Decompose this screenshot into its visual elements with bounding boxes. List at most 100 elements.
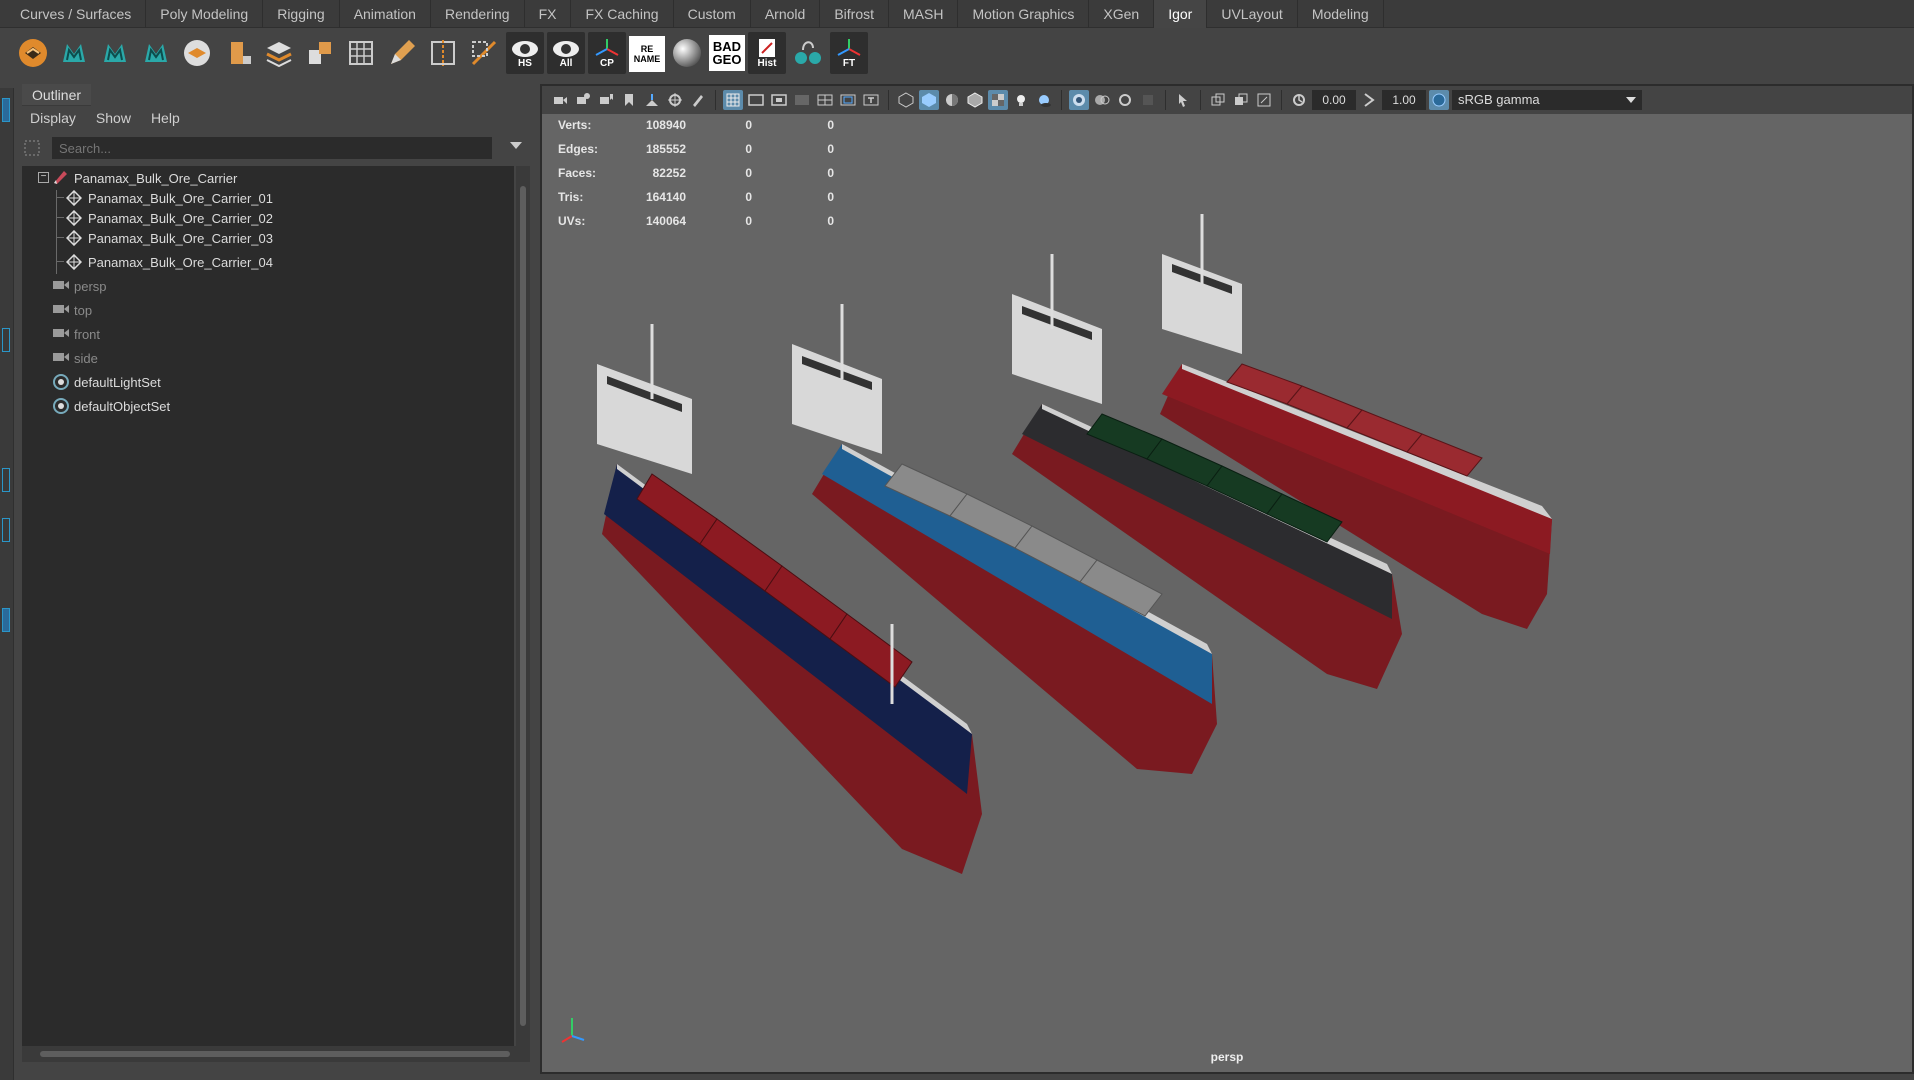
shelf-tab-uvlayout[interactable]: UVLayout <box>1207 0 1298 28</box>
camera-attributes-icon[interactable] <box>573 90 593 110</box>
multicut-icon[interactable] <box>465 32 503 74</box>
outliner-vertical-scrollbar[interactable] <box>516 166 530 1046</box>
freeze-transform-button[interactable]: FT <box>830 32 868 74</box>
maya-m-icon-1[interactable] <box>55 32 93 74</box>
tree-item-default-light-set[interactable]: defaultLightSet <box>22 370 514 394</box>
lasso-tool-icon[interactable] <box>2 328 10 352</box>
shelf-tab-animation[interactable]: Animation <box>340 0 431 28</box>
safe-action-icon[interactable] <box>838 90 858 110</box>
show-all-button[interactable]: All <box>547 32 585 74</box>
color-management-toggle-icon[interactable] <box>1429 90 1449 110</box>
bookmark-camera-icon[interactable] <box>596 90 616 110</box>
grease-pencil-icon[interactable] <box>688 90 708 110</box>
select-camera-icon[interactable] <box>550 90 570 110</box>
wireframe-on-shaded-icon[interactable] <box>965 90 985 110</box>
tree-item-carrier-04[interactable]: Panamax_Bulk_Ore_Carrier_04 <box>22 250 514 274</box>
outliner-menu-help[interactable]: Help <box>151 110 180 126</box>
gate-mask-icon[interactable] <box>792 90 812 110</box>
shelf-tab-modeling[interactable]: Modeling <box>1298 0 1384 28</box>
layout-four-icon[interactable] <box>2 518 10 542</box>
tree-item-camera-persp[interactable]: persp <box>22 274 514 298</box>
shelf-tab-bifrost[interactable]: Bifrost <box>820 0 889 28</box>
textured-icon[interactable] <box>988 90 1008 110</box>
sphere-material-icon[interactable] <box>668 32 706 74</box>
pivot-bounds-icon[interactable] <box>219 32 257 74</box>
exposure-icon[interactable] <box>1289 90 1309 110</box>
2d-pan-zoom-icon[interactable] <box>665 90 685 110</box>
tree-item-camera-side[interactable]: side <box>22 346 514 370</box>
maya-m-icon-2[interactable] <box>96 32 134 74</box>
shelf-tab-igor[interactable]: Igor <box>1154 0 1208 28</box>
pencil-icon[interactable] <box>383 32 421 74</box>
search-options-dropdown-icon[interactable] <box>510 142 522 149</box>
tree-item-carrier-03[interactable]: Panamax_Bulk_Ore_Carrier_03 <box>22 226 514 250</box>
outliner-search-input[interactable] <box>52 137 492 159</box>
shelf-tab-rendering[interactable]: Rendering <box>431 0 525 28</box>
tree-item-default-object-set[interactable]: defaultObjectSet <box>22 394 514 418</box>
image-plane-icon[interactable] <box>642 90 662 110</box>
shelf-tab-arnold[interactable]: Arnold <box>751 0 821 28</box>
outliner-tab[interactable]: Outliner <box>22 84 92 106</box>
gamma-icon[interactable] <box>1359 90 1379 110</box>
safe-title-icon[interactable] <box>861 90 881 110</box>
bad-geo-button[interactable]: BAD GEO <box>709 35 745 71</box>
shelf-tab-fx-caching[interactable]: FX Caching <box>571 0 674 28</box>
film-gate-icon[interactable] <box>746 90 766 110</box>
gamma-field[interactable]: 1.00 <box>1382 90 1426 110</box>
shadows-icon[interactable] <box>1034 90 1054 110</box>
isolate-select-icon[interactable] <box>1069 90 1089 110</box>
history-button[interactable]: Hist <box>748 32 786 74</box>
field-chart-icon[interactable] <box>815 90 835 110</box>
smooth-shade-icon[interactable] <box>919 90 939 110</box>
maya-logo-icon[interactable] <box>14 32 52 74</box>
ambient-occlusion-icon[interactable] <box>1231 90 1251 110</box>
resolution-gate-icon[interactable] <box>769 90 789 110</box>
use-default-material-icon[interactable] <box>942 90 962 110</box>
shelf-tab-xgen[interactable]: XGen <box>1089 0 1155 28</box>
tree-item-camera-top[interactable]: top <box>22 298 514 322</box>
search-filter-icon[interactable] <box>22 138 42 158</box>
exposure-field[interactable]: 0.00 <box>1312 90 1356 110</box>
grid-toggle-icon[interactable] <box>723 90 743 110</box>
layout-single-icon[interactable] <box>2 468 10 492</box>
viewport-scene[interactable]: Verts: 108940 0 0 Edges: 185552 0 0 Face… <box>542 114 1912 1072</box>
xray-icon[interactable] <box>1092 90 1112 110</box>
viewport-panel[interactable]: 0.00 1.00 sRGB gamma Verts: 108940 0 0 E… <box>540 84 1914 1074</box>
use-all-lights-icon[interactable] <box>1011 90 1031 110</box>
select-cursor-icon[interactable] <box>1173 90 1193 110</box>
shelf-tab-mash[interactable]: MASH <box>889 0 959 28</box>
outliner-horizontal-scroll-thumb[interactable] <box>40 1051 510 1057</box>
center-pivot-button[interactable]: CP <box>588 32 626 74</box>
motion-blur-icon[interactable] <box>1254 90 1274 110</box>
xray-joints-icon[interactable] <box>1115 90 1135 110</box>
maya-m-icon-3[interactable] <box>137 32 175 74</box>
grid-icon[interactable] <box>342 32 380 74</box>
collapse-toggle-icon[interactable]: − <box>38 172 49 183</box>
grid-combine-icon[interactable] <box>301 32 339 74</box>
shelf-tab-fx[interactable]: FX <box>525 0 572 28</box>
xray-components-icon[interactable] <box>1138 90 1158 110</box>
bind-skin-icon[interactable] <box>789 32 827 74</box>
hs-button[interactable]: HS <box>506 32 544 74</box>
rename-button[interactable]: RE NAME <box>629 36 665 72</box>
wireframe-icon[interactable] <box>896 90 916 110</box>
ship-model-01[interactable] <box>597 324 982 874</box>
outliner-menu-show[interactable]: Show <box>96 110 131 126</box>
bookmark-icon[interactable] <box>619 90 639 110</box>
outliner-vertical-scroll-thumb[interactable] <box>520 186 526 1026</box>
view-transform-dropdown[interactable]: sRGB gamma <box>1452 90 1642 110</box>
shelf-tab-rigging[interactable]: Rigging <box>263 0 340 28</box>
shelf-tab-motion-graphics[interactable]: Motion Graphics <box>958 0 1090 28</box>
layers-icon[interactable] <box>260 32 298 74</box>
shelf-tab-custom[interactable]: Custom <box>674 0 751 28</box>
edge-loop-icon[interactable] <box>424 32 462 74</box>
multisample-aa-icon[interactable] <box>1208 90 1228 110</box>
shelf-tab-curves-surfaces[interactable]: Curves / Surfaces <box>6 0 147 28</box>
layer-stack-icon[interactable] <box>178 32 216 74</box>
select-tool-icon[interactable] <box>2 98 10 122</box>
outliner-menu-display[interactable]: Display <box>30 110 76 126</box>
layout-outliner-icon[interactable] <box>2 608 10 632</box>
tree-item-camera-front[interactable]: front <box>22 322 514 346</box>
shelf-tab-poly-modeling[interactable]: Poly Modeling <box>146 0 264 28</box>
outliner-horizontal-scrollbar[interactable] <box>22 1046 530 1062</box>
